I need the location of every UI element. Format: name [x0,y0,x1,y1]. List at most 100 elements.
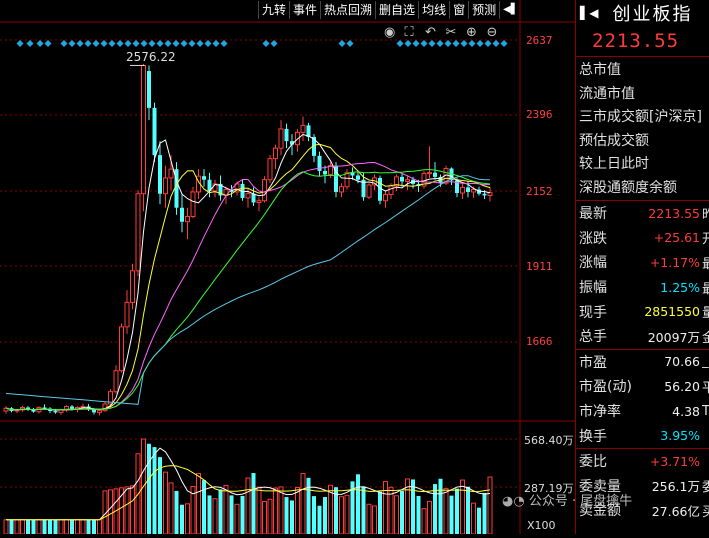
volume-bar [20,519,25,535]
toolbar-button-window[interactable]: 窗 [449,1,468,19]
signal-marker [412,40,420,47]
signal-marker [204,40,212,47]
quote-label: 涨跌 [579,230,607,247]
candle-body [427,172,432,175]
quote-value: +3.71% [649,453,700,469]
signal-marker [468,40,476,47]
candle-body [53,410,58,413]
candle-body [482,193,487,196]
volume-bar [97,519,102,535]
fullscreen-icon[interactable]: ⛶ [404,25,415,40]
quote-value: 27.66亿 [651,503,700,519]
volume-bar [366,503,372,535]
quote-label: 市盈 [579,354,607,371]
volume-bar [256,486,262,535]
volume-bar [300,473,306,535]
signal-marker [338,40,346,47]
quote-value: 1.25% [660,279,700,295]
quote-row: 委比 +3.71% [576,449,709,474]
signal-marker [60,40,68,47]
volume-bar [466,486,470,534]
pin-icon[interactable]: ▌◀ [580,6,598,20]
quote-value: +25.61 [653,230,700,246]
signal-marker [92,40,100,47]
volume-bar [267,498,273,535]
zoom-in-icon[interactable]: ⊕ [466,25,477,40]
volume-bar [234,503,240,535]
volume-bar [443,488,449,535]
volume-bar [361,486,366,534]
toolbar-button-hotspot-review[interactable]: 热点回溯 [320,1,375,19]
candle-body [70,406,74,409]
kline-chart-canvas[interactable]: ◉ ⛶ ↶ ✂ ⊕ ⊖ [0,0,575,535]
volume-bar [306,477,311,534]
index-price: 2213.55 [592,30,680,52]
candle-body [344,172,350,188]
quote-value: 2851550 [644,304,700,320]
volume-bar [411,479,415,534]
volume-bar [212,498,218,535]
quote-unit: _ [702,354,709,370]
candle-body [339,186,344,193]
volume-bar [394,495,399,535]
quote-value: 70.66 [664,354,700,370]
eye-icon[interactable]: ◉ [384,25,395,40]
price-axis-label: 1666 [526,335,553,348]
quote-row: 卖金额 27.66亿买 [576,498,709,523]
volume-bar [92,519,96,534]
quote-row: 振幅 1.25%最 [576,275,709,300]
signal-marker [148,40,156,47]
signal-marker [500,40,508,47]
candle-body [273,147,278,160]
volume-bar [433,484,437,534]
signal-marker [428,40,436,47]
candle-body [466,187,470,192]
candle-body [42,407,47,409]
volume-bar [400,490,404,534]
scissors-icon[interactable]: ✂ [446,25,457,40]
info-vs-previous-day: 较上日此时 [579,156,649,172]
volume-bar [53,519,58,534]
collapse-right-icon[interactable]: ◀▌ [499,1,521,19]
candle-body [278,128,284,149]
volume-bar [273,487,278,535]
candle-body [323,170,327,175]
undo-icon[interactable]: ↶ [425,25,436,40]
toolbar-button-events[interactable]: 事件 [289,1,320,19]
volume-bar [295,487,300,535]
volume-bar [163,471,168,535]
quote-row: 最新 2213.55昨 [576,201,709,226]
volume-bar [372,505,377,535]
quote-unit: 最 [702,278,709,297]
toolbar-button-jiuzhuan[interactable]: 九转 [258,1,289,19]
volume-bar [251,473,256,534]
chart-toolbar: 九转 事件 热点回溯 删自选 均线 窗 预测 ◀▌ [258,0,522,20]
quote-unit: 昨 [702,204,709,223]
volume-bar [262,501,267,535]
volume-bar [240,495,245,534]
price-axis-label: 1911 [526,260,553,273]
candle-body [141,64,146,195]
candle-body [190,191,196,217]
quote-value: +1.17% [649,254,700,270]
candle-body [383,193,388,202]
toolbar-button-forecast[interactable]: 预测 [468,1,499,19]
volume-bar [344,494,350,535]
volume-bar [48,519,52,534]
volume-bar [278,486,284,535]
signal-marker [84,40,92,47]
toolbar-button-remove-watchlist[interactable]: 删自选 [375,1,418,19]
signal-marker [16,40,24,47]
price-axis-label: 2396 [526,108,553,121]
candle-body [158,155,162,194]
quote-label: 最新 [579,206,607,223]
toolbar-button-moving-average[interactable]: 均线 [418,1,449,19]
kline-chart[interactable]: ◉ ⛶ ↶ ✂ ⊕ ⊖ [0,0,575,535]
volume-bar [202,480,206,534]
quote-unit: 委 [702,476,709,495]
volume-bar [312,496,316,534]
quote-row: 委卖量 256.1万委 [576,474,709,499]
signal-marker [262,40,270,47]
volume-bar [185,503,190,535]
zoom-out-icon[interactable]: ⊖ [487,25,498,40]
